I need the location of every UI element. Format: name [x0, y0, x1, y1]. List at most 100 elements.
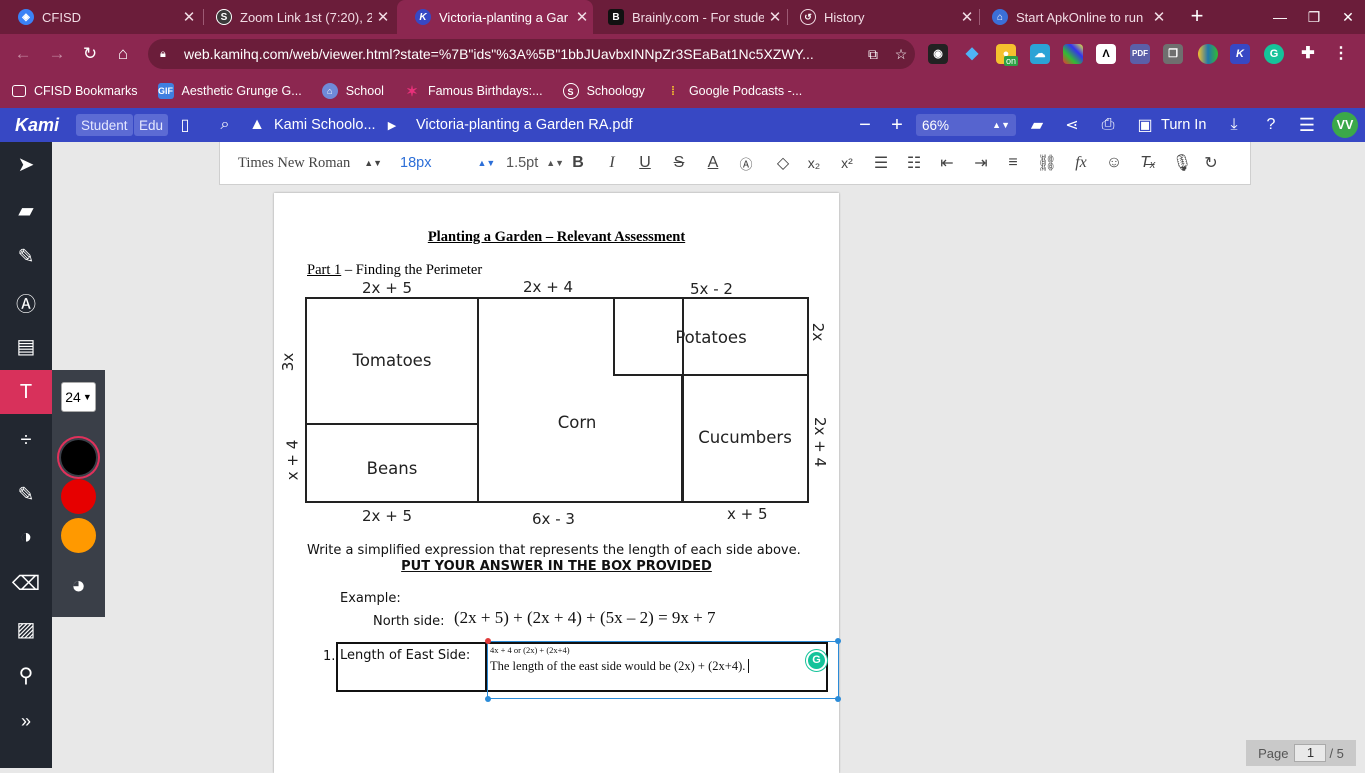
text-highlight-icon[interactable]: Ⓐ — [733, 142, 759, 184]
student-badge[interactable]: Student — [76, 114, 133, 136]
new-tab-button[interactable]: + — [1186, 5, 1208, 27]
forward-arrow-icon[interactable]: → — [45, 42, 69, 66]
restore-icon[interactable]: ❐ — [1297, 0, 1331, 34]
tab-apkonline[interactable]: ⌂ Start ApkOnline to run ✕ — [974, 0, 1170, 34]
back-arrow-icon[interactable]: ← — [11, 42, 35, 66]
text-color-icon[interactable]: A — [700, 142, 726, 184]
tab-brainly[interactable]: B Brainly.com - For stude ✕ — [590, 0, 786, 34]
rotate-icon[interactable]: ↻ — [1198, 142, 1224, 184]
browser-menu-icon[interactable]: ⋮ — [1331, 44, 1351, 64]
answer-note-small[interactable]: 4x + 4 or (2x) + (2x+4) — [490, 645, 570, 655]
align-left-icon[interactable]: ≡ — [1000, 142, 1026, 184]
print-icon[interactable]: ⎙ — [1096, 108, 1120, 142]
close-icon[interactable]: ✕ — [1148, 8, 1170, 26]
google-drive-icon[interactable]: ▲ — [245, 108, 269, 142]
page-number-input[interactable]: 1 — [1294, 744, 1327, 762]
minimize-icon[interactable]: — — [1263, 0, 1297, 34]
save-icon[interactable]: ▣ — [1133, 108, 1157, 142]
formula-fx-icon[interactable]: fx — [1068, 142, 1094, 184]
line-spacing-select[interactable]: 1.5pt ▲▼ — [506, 142, 564, 184]
tab-history[interactable]: ↺ History ✕ — [782, 0, 978, 34]
extension-kami-icon[interactable]: K — [1230, 44, 1250, 64]
download-icon[interactable]: ⤓ — [1222, 108, 1246, 142]
italic-icon[interactable]: I — [599, 142, 625, 184]
extension-pages-icon[interactable]: ❐ — [1163, 44, 1183, 64]
color-swatch-orange[interactable] — [61, 518, 96, 553]
font-family-select[interactable]: Times New Roman ▲▼ — [238, 142, 382, 184]
bulleted-list-icon[interactable]: ☷ — [901, 142, 927, 184]
palette-icon[interactable]: ◕ — [61, 568, 96, 603]
book-icon[interactable]: ▰ — [0, 188, 52, 232]
strikethrough-icon[interactable]: S — [666, 142, 692, 184]
bookmark-schoology[interactable]: S Schoology — [562, 83, 645, 99]
shapes-icon[interactable]: ◑ — [0, 515, 52, 559]
superscript-icon[interactable]: x² — [834, 142, 860, 184]
search-icon[interactable]: ⌕ — [213, 108, 237, 142]
clear-format-icon[interactable]: T̶ₓ — [1135, 142, 1161, 184]
user-avatar[interactable]: VV — [1332, 112, 1358, 138]
font-size-dropdown[interactable]: 24 ▼ — [61, 382, 96, 412]
share-icon[interactable]: ⋖ — [1060, 108, 1084, 142]
text-annotation-box[interactable]: 4x + 4 or (2x) + (2x+4) The length of th… — [487, 641, 839, 699]
address-bar[interactable]: 🔒︎ web.kamihq.com/web/viewer.html?state=… — [148, 39, 915, 69]
open-folder-icon[interactable]: ▰ — [1025, 108, 1049, 142]
fill-bucket-icon[interactable]: ◇ — [770, 142, 796, 184]
link-icon[interactable]: ⛓ — [1034, 142, 1060, 184]
url-text[interactable]: web.kamihq.com/web/viewer.html?state=%7B… — [184, 46, 859, 62]
extension-anime-icon[interactable]: ◉ — [928, 44, 948, 64]
microphone-icon[interactable]: 🎙︎ — [1169, 142, 1195, 184]
tab-zoom-link[interactable]: S Zoom Link 1st (7:20), 2 ✕ — [198, 0, 394, 34]
home-icon[interactable]: ⌂ — [111, 42, 135, 66]
color-swatch-black[interactable] — [61, 440, 96, 475]
zoom-select[interactable]: 66% ▲▼ — [916, 114, 1016, 136]
bookmark-cfisd[interactable]: CFISD Bookmarks — [12, 84, 138, 98]
close-icon[interactable]: ✕ — [372, 8, 394, 26]
image-icon[interactable]: ▨ — [0, 607, 52, 651]
close-icon[interactable]: ✕ — [178, 8, 200, 26]
reload-icon[interactable]: ↻ — [78, 42, 102, 66]
text-box-a-icon[interactable]: Ⓐ — [0, 280, 52, 324]
underline-icon[interactable]: U — [632, 142, 658, 184]
help-icon[interactable]: ? — [1259, 108, 1283, 142]
answer-text[interactable]: The length of the east side would be (2x… — [490, 659, 750, 674]
resize-handle[interactable] — [835, 696, 841, 702]
eraser-icon[interactable]: ⌫ — [0, 561, 52, 605]
edu-badge[interactable]: Edu — [134, 114, 169, 136]
hamburger-menu-icon[interactable]: ☰ — [1295, 108, 1319, 142]
extension-chrome-icon[interactable] — [1198, 44, 1218, 64]
select-cursor-icon[interactable]: ➤ — [0, 142, 52, 186]
extension-pdf-icon[interactable]: PDF — [1130, 44, 1150, 64]
extension-a-icon[interactable]: Λ — [1096, 44, 1116, 64]
outdent-icon[interactable]: ⇤ — [934, 142, 960, 184]
zoom-in-icon[interactable]: + — [885, 108, 909, 142]
tab-cfisd[interactable]: ◈ CFISD ✕ — [0, 0, 200, 34]
highlight-marker-icon[interactable]: ✎ — [0, 234, 52, 278]
drawing-pen-icon[interactable]: ✎ — [0, 472, 52, 516]
bookmark-star-icon[interactable]: ☆ — [887, 46, 915, 63]
expand-chevrons-icon[interactable]: » — [0, 699, 52, 743]
extensions-puzzle-icon[interactable]: ✚ — [1298, 44, 1318, 64]
bookmark-aesthetic[interactable]: GIF Aesthetic Grunge G... — [157, 83, 302, 99]
numbered-list-icon[interactable]: ☰ — [868, 142, 894, 184]
subscript-icon[interactable]: x₂ — [801, 142, 827, 184]
bookmark-famous-birthdays[interactable]: ✶ Famous Birthdays:... — [404, 83, 543, 99]
color-swatch-red[interactable] — [61, 479, 96, 514]
bookmark-school[interactable]: ⌂ School — [321, 83, 384, 99]
extension-color-icon[interactable] — [1063, 44, 1083, 64]
resize-handle[interactable] — [485, 638, 491, 644]
equation-icon[interactable]: ÷ — [0, 418, 52, 462]
open-external-icon[interactable]: ⧉ — [859, 46, 887, 63]
window-close-icon[interactable]: ✕ — [1331, 0, 1365, 34]
emoji-icon[interactable]: ☺ — [1101, 142, 1127, 184]
text-tool-icon[interactable]: T — [0, 370, 52, 414]
zoom-out-icon[interactable]: − — [853, 108, 877, 142]
comment-icon[interactable]: ▤ — [0, 324, 52, 368]
indent-icon[interactable]: ⇥ — [968, 142, 994, 184]
extension-cloud-icon[interactable]: ☁ — [1030, 44, 1050, 64]
document-title[interactable]: Victoria-planting a Garden RA.pdf — [416, 108, 633, 142]
extension-grammarly-icon[interactable]: G — [1264, 44, 1284, 64]
sidebar-toggle-icon[interactable]: ▯ — [173, 108, 197, 142]
turn-in-button[interactable]: Turn In — [1161, 108, 1206, 142]
resize-handle[interactable] — [485, 696, 491, 702]
signature-icon[interactable]: ⚲ — [0, 653, 52, 697]
